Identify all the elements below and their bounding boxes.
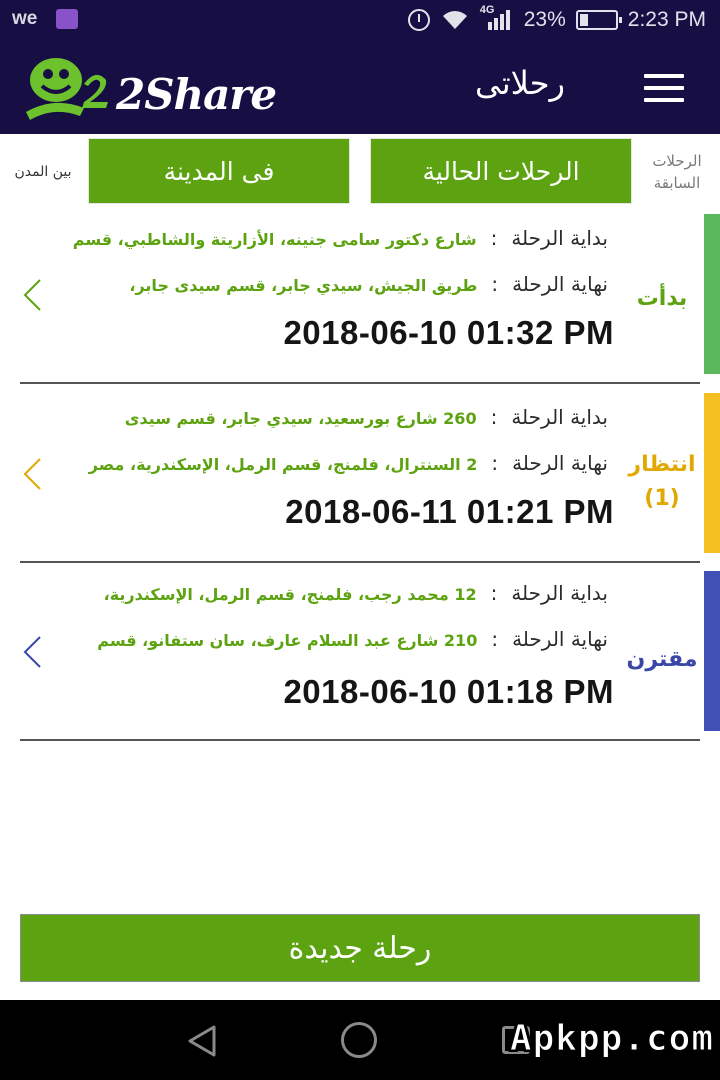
trip-card[interactable]: بدأت بداية الرحلة: شارع دكتور سامى جنينه،… — [0, 214, 720, 374]
tab-in-city[interactable]: فى المدينة — [88, 138, 350, 204]
trip-start-row: بداية الرحلة: شارع دكتور سامى جنينه، الأز… — [52, 226, 608, 256]
tab-previous-line1: الرحلات — [652, 152, 702, 170]
trip-start-row: بداية الرحلة:260 شارع بورسعيد، سيدي جابر… — [52, 405, 608, 435]
trip-end-label: نهاية الرحلة — [512, 627, 608, 651]
trip-datetime: 2018-06-11 01:21 PM — [285, 493, 614, 530]
battery-percent: 23% — [523, 8, 566, 31]
trip-datetime: 2018-06-10 01:18 PM — [283, 673, 614, 710]
colon: : — [490, 405, 498, 429]
menu-icon-bar — [644, 86, 684, 90]
trip-status-strip — [704, 571, 720, 731]
trip-end-row: نهاية الرحلة:210 شارع عبد السلام عارف، س… — [52, 627, 608, 657]
app-logo: 2Share — [24, 50, 277, 124]
page-title: رحلاتى — [475, 64, 565, 102]
chevron-left-icon[interactable] — [22, 278, 42, 312]
alarm-icon — [407, 9, 430, 31]
trip-start-address: 12 محمد رجب، فلمنج، قسم الرمل، الإسكندري… — [103, 585, 477, 604]
tab-intercity[interactable]: بين المدن — [0, 164, 86, 180]
trip-tabs: بين المدن فى المدينة الرحلات الحالية الر… — [0, 136, 720, 206]
clock: 2:23 PM — [627, 8, 706, 31]
colon: : — [490, 581, 498, 605]
menu-button[interactable] — [644, 74, 684, 102]
divider — [20, 561, 700, 563]
tab-current-trips[interactable]: الرحلات الحالية — [370, 138, 632, 204]
colon: : — [490, 226, 498, 250]
divider — [20, 382, 700, 384]
colon: : — [491, 272, 499, 296]
system-nav-bar: Apkpp.com — [0, 1000, 720, 1080]
trip-end-address: 210 شارع عبد السلام عارف، سان ستفانو، قس… — [97, 631, 478, 650]
trip-card[interactable]: انتظار (1) بداية الرحلة:260 شارع بورسعيد… — [0, 393, 720, 553]
trip-status-label: مقترن — [622, 643, 702, 677]
menu-icon — [644, 74, 684, 78]
nav-back-icon[interactable] — [186, 1024, 218, 1058]
divider — [20, 739, 700, 741]
wifi-icon — [442, 11, 467, 29]
trip-datetime: 2018-06-10 01:32 PM — [283, 314, 614, 351]
trip-status-text: مقترن — [626, 647, 698, 672]
trip-end-row: نهاية الرحلة:2 السنترال، فلمنج، قسم الرم… — [52, 451, 608, 481]
status-icons: 4G 23% 2:23 PM — [407, 4, 706, 34]
trip-status-text: بدأت — [636, 286, 688, 311]
nav-home-icon[interactable] — [341, 1022, 377, 1058]
tab-previous-trips[interactable]: الرحلات السابقة — [638, 150, 716, 194]
cell-signal: 4G — [480, 4, 514, 32]
trip-card[interactable]: مقترن بداية الرحلة:12 محمد رجب، فلمنج، ق… — [0, 571, 720, 731]
trip-start-row: بداية الرحلة:12 محمد رجب، فلمنج، قسم الر… — [52, 581, 608, 611]
trip-status-text: انتظار — [628, 452, 696, 477]
carrier-name: we — [12, 8, 38, 29]
menu-icon-bar — [644, 98, 684, 102]
trip-start-address: 260 شارع بورسعيد، سيدي جابر، قسم سيدى — [124, 409, 477, 428]
trip-status-strip — [704, 393, 720, 553]
trip-start-label: بداية الرحلة — [511, 226, 608, 250]
trip-end-address: طريق الجيش، سيدي جابر، قسم سيدى جابر، — [129, 276, 478, 295]
trip-end-label: نهاية الرحلة — [512, 272, 608, 296]
watermark: Apkpp.com — [509, 1018, 714, 1060]
colon: : — [491, 451, 499, 475]
trip-end-address: 2 السنترال، فلمنج، قسم الرمل، الإسكندرية… — [88, 455, 478, 474]
trip-end-label: نهاية الرحلة — [512, 451, 608, 475]
trip-status-count: (1) — [644, 486, 680, 511]
tab-previous-line2: السابقة — [653, 174, 701, 192]
trip-start-label: بداية الرحلة — [511, 405, 608, 429]
colon: : — [491, 627, 499, 651]
new-trip-button[interactable]: رحلة جديدة — [20, 914, 700, 982]
signal-icon — [487, 10, 510, 30]
battery-icon — [575, 10, 622, 30]
status-bar: we 4G 23% 2:23 PM — [0, 0, 720, 40]
chevron-left-icon[interactable] — [22, 635, 42, 669]
carrier-badge-icon — [56, 9, 78, 29]
trip-status-label: انتظار (1) — [622, 448, 702, 516]
logo-face-icon — [26, 58, 108, 120]
trip-status-label: بدأت — [622, 282, 702, 316]
trip-status-strip — [704, 214, 720, 374]
chevron-left-icon[interactable] — [22, 457, 42, 491]
app-bar: 2Share رحلاتى — [0, 40, 720, 134]
logo-text: 2Share — [116, 70, 277, 119]
battery-fill — [579, 14, 589, 26]
trip-start-label: بداية الرحلة — [511, 581, 608, 605]
trip-end-row: نهاية الرحلة: طريق الجيش، سيدي جابر، قسم … — [52, 272, 608, 302]
trip-start-address: شارع دكتور سامى جنينه، الأزاريتة والشاطب… — [72, 230, 477, 249]
